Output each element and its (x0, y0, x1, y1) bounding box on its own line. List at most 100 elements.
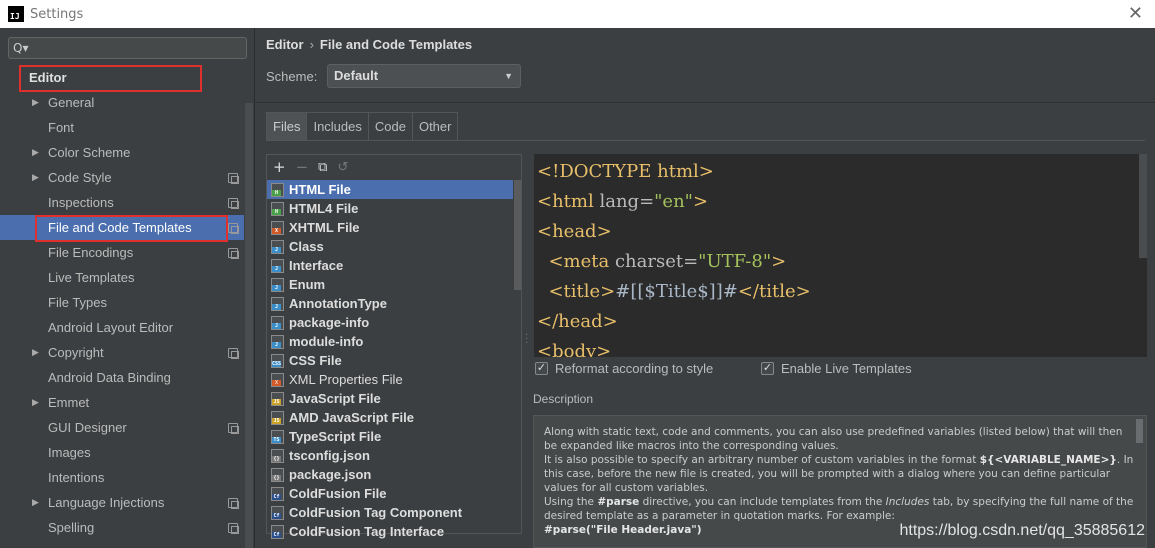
template-item-amd-javascript-file[interactable]: JS AMD JavaScript File (267, 408, 513, 427)
live-templates-checkbox[interactable]: ✓ (761, 362, 774, 375)
close-icon[interactable]: ✕ (1128, 3, 1143, 24)
expand-arrow-icon[interactable]: ▶ (32, 172, 39, 183)
template-item-javascript-file[interactable]: JS JavaScript File (267, 389, 513, 408)
add-template-icon[interactable]: + (273, 158, 286, 176)
description-scrollbar[interactable] (1136, 419, 1143, 443)
code-token: <!DOCTYPE html> (537, 161, 714, 182)
breadcrumb-parent[interactable]: Editor (266, 37, 304, 52)
template-item-label: Interface (289, 258, 344, 273)
file-type-badge: JS (272, 398, 281, 405)
sidebar-scrollbar[interactable] (245, 103, 253, 548)
tab-other[interactable]: Other (411, 112, 459, 140)
template-item-label: ColdFusion Tag Component (289, 505, 463, 520)
template-item-typescript-file[interactable]: TS TypeScript File (267, 427, 513, 446)
expand-arrow-icon[interactable]: ▶ (32, 97, 39, 108)
code-line[interactable]: <body> (537, 337, 1147, 357)
template-item-coldfusion-tag-interface[interactable]: Cf ColdFusion Tag Interface (267, 522, 513, 541)
template-code-editor[interactable]: <!DOCTYPE html> <html lang="en"> <head> <m… (534, 154, 1147, 357)
reformat-option[interactable]: ✓ Reformat according to style (535, 361, 713, 376)
code-line[interactable]: <head> (537, 217, 1147, 247)
template-code[interactable]: <!DOCTYPE html> <html lang="en"> <head> <m… (534, 154, 1147, 357)
sidebar-item-label: Inspections (48, 195, 114, 210)
template-item-label: package.json (289, 467, 372, 482)
sidebar-item-inspections[interactable]: Inspections (0, 190, 244, 215)
sidebar-item-file-types[interactable]: File Types (0, 290, 244, 315)
tab-includes[interactable]: Includes (306, 112, 369, 140)
sidebar-item-label: Emmet (48, 395, 90, 410)
template-item-html4-file[interactable]: H HTML4 File (267, 199, 513, 218)
expand-arrow-icon[interactable]: ▶ (32, 147, 39, 158)
file-type-icon: {} (271, 448, 284, 463)
template-item-xml-properties-file[interactable]: X XML Properties File (267, 370, 513, 389)
sidebar-item-general[interactable]: ▶ General (0, 90, 244, 115)
sidebar-item-language-injections[interactable]: ▶ Language Injections (0, 490, 244, 515)
sidebar-item-label: Language Injections (48, 495, 165, 510)
settings-search-box[interactable]: Q▾ (8, 37, 247, 59)
sidebar-item-emmet[interactable]: ▶ Emmet (0, 390, 244, 415)
search-input[interactable] (32, 41, 233, 55)
reset-template-icon[interactable]: ↺ (337, 160, 348, 175)
expand-arrow-icon[interactable]: ▶ (32, 397, 39, 408)
sidebar-item-gui-designer[interactable]: GUI Designer (0, 415, 244, 440)
code-line[interactable]: <meta charset="UTF-8"> (537, 247, 1147, 277)
tab-files[interactable]: Files (266, 112, 308, 140)
tab-code[interactable]: Code (367, 112, 413, 140)
expand-arrow-icon[interactable]: ▶ (32, 497, 39, 508)
file-type-badge: Cf (272, 531, 281, 538)
template-item-annotationtype[interactable]: J AnnotationType (267, 294, 513, 313)
intellij-logo-icon: IJ (8, 6, 24, 22)
file-type-icon: J (271, 258, 284, 273)
reformat-label[interactable]: Reformat according to style (555, 361, 713, 376)
template-item-coldfusion-file[interactable]: Cf ColdFusion File (267, 484, 513, 503)
template-item-tsconfig-json[interactable]: {} tsconfig.json (267, 446, 513, 465)
template-item-class[interactable]: J Class (267, 237, 513, 256)
sidebar-item-file-and-code-templates[interactable]: File and Code Templates (0, 215, 244, 240)
template-list-scrollbar[interactable] (514, 180, 521, 290)
live-templates-label[interactable]: Enable Live Templates (781, 361, 912, 376)
window-title: Settings (30, 6, 84, 22)
copy-template-icon[interactable]: ⧉ (318, 160, 327, 175)
sidebar-item-label: File Encodings (48, 245, 134, 260)
file-type-icon: J (271, 277, 284, 292)
sidebar-item-live-templates[interactable]: Live Templates (0, 265, 244, 290)
file-type-icon: J (271, 315, 284, 330)
sidebar-item-code-style[interactable]: ▶ Code Style (0, 165, 244, 190)
sidebar-item-file-encodings[interactable]: File Encodings (0, 240, 244, 265)
sidebar-item-copyright[interactable]: ▶ Copyright (0, 340, 244, 365)
code-line[interactable]: </head> (537, 307, 1147, 337)
breadcrumb: Editor › File and Code Templates (266, 37, 472, 52)
template-item-enum[interactable]: J Enum (267, 275, 513, 294)
sidebar-item-android-data-binding[interactable]: Android Data Binding (0, 365, 244, 390)
template-item-xhtml-file[interactable]: X XHTML File (267, 218, 513, 237)
template-item-package-info[interactable]: Jpackage-info (267, 313, 513, 332)
code-token: <meta (548, 251, 615, 272)
code-line[interactable]: <title>#[[$Title$]]#</title> (537, 277, 1147, 307)
file-type-badge: JS (272, 417, 281, 424)
search-icon[interactable]: Q▾ (13, 41, 28, 55)
template-item-coldfusion-tag-component[interactable]: Cf ColdFusion Tag Component (267, 503, 513, 522)
template-item-package-json[interactable]: {} package.json (267, 465, 513, 484)
template-item-css-file[interactable]: CSS CSS File (267, 351, 513, 370)
sidebar-item-android-layout-editor[interactable]: Android Layout Editor (0, 315, 244, 340)
sidebar-item-images[interactable]: Images (0, 440, 244, 465)
scheme-dropdown[interactable]: Default ▼ (327, 64, 521, 88)
code-line[interactable]: <html lang="en"> (537, 187, 1147, 217)
sidebar-item-font[interactable]: Font (0, 115, 244, 140)
settings-sidebar: Q▾ Editor ▶ General Font ▶ Color Scheme ▶ Code … (0, 28, 255, 548)
editor-scrollbar[interactable] (1139, 154, 1147, 258)
sidebar-item-intentions[interactable]: Intentions (0, 465, 244, 490)
template-item-interface[interactable]: J Interface (267, 256, 513, 275)
live-templates-option[interactable]: ✓ Enable Live Templates (761, 361, 912, 376)
remove-template-icon[interactable]: − (296, 158, 309, 176)
code-line[interactable]: <!DOCTYPE html> (537, 157, 1147, 187)
sidebar-item-color-scheme[interactable]: ▶ Color Scheme (0, 140, 244, 165)
splitter-handle[interactable]: · · · (525, 331, 528, 349)
file-type-badge: X (272, 379, 281, 386)
reformat-checkbox[interactable]: ✓ (535, 362, 548, 375)
template-item-label: Enum (289, 277, 326, 292)
expand-arrow-icon[interactable]: ▶ (32, 347, 39, 358)
template-item-html-file[interactable]: H HTML File (267, 180, 513, 199)
template-item-module-info[interactable]: Jmodule-info (267, 332, 513, 351)
sidebar-item-editor[interactable]: Editor (0, 65, 244, 90)
sidebar-item-spelling[interactable]: Spelling (0, 515, 244, 540)
